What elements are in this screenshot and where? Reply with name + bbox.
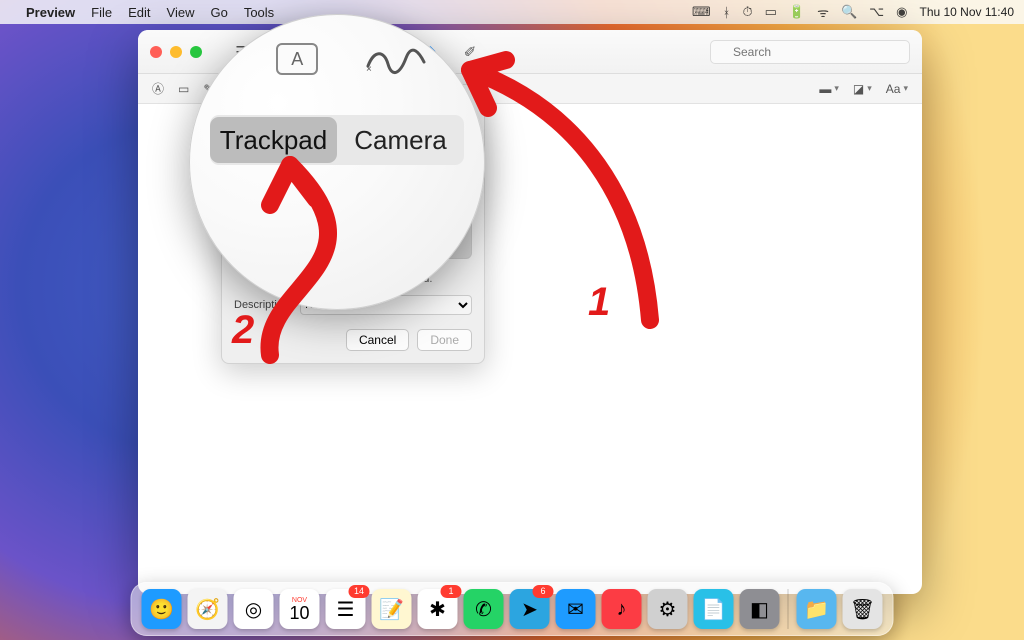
shapes-tool-icon: ▢▾ [191, 44, 229, 75]
battery-icon[interactable]: 🔋 [789, 4, 805, 20]
stroke-color-tool[interactable]: ▬▾ [819, 82, 839, 96]
dock-finder2[interactable]: 📄 [694, 589, 734, 629]
sign-tool-icon: × [366, 44, 426, 74]
dock-reminders[interactable]: ☰ [326, 589, 366, 629]
menu-file[interactable]: File [91, 5, 112, 20]
dock-whatsapp[interactable]: ✆ [464, 589, 504, 629]
menubar: Preview File Edit View Go Tools ⌨︎ ᚼ ⏱ ▭… [0, 0, 1024, 24]
menubar-right: ⌨︎ ᚼ ⏱ ▭ 🔋 ᯤ 🔍 ⌥ ◉ Thu 10 Nov 11:40 [692, 3, 1014, 21]
search-icon[interactable]: 🔍 [841, 4, 857, 20]
menubar-clock[interactable]: Thu 10 Nov 11:40 [919, 5, 1014, 19]
dock-music[interactable]: ♪ [602, 589, 642, 629]
dock-safari[interactable]: 🧭 [188, 589, 228, 629]
magnified-tab-trackpad: Trackpad [210, 117, 337, 163]
bluetooth-icon[interactable]: ᚼ [723, 5, 731, 20]
display-icon[interactable]: ▭ [765, 4, 777, 20]
clock-icon[interactable]: ⏱ [742, 4, 752, 20]
rect-select-tool[interactable]: ▭ [178, 82, 189, 96]
minimize-button[interactable] [170, 46, 182, 58]
svg-text:×: × [366, 64, 372, 75]
control-center-icon[interactable]: ⌥ [869, 4, 884, 20]
fill-color-tool[interactable]: ◪▾ [853, 82, 872, 96]
dock-telegram[interactable]: ➤ [510, 589, 550, 629]
dock-slack[interactable]: ✱ [418, 589, 458, 629]
dock-calendar[interactable]: NOV10 [280, 589, 320, 629]
annotation-number-1: 1 [588, 280, 610, 325]
magnified-tabs: Trackpad Camera [210, 115, 464, 165]
chevron-down-icon: ▾ [474, 49, 483, 70]
dock-mail[interactable]: ✉︎ [556, 589, 596, 629]
dock-folder[interactable]: 📁 [797, 589, 837, 629]
menu-edit[interactable]: Edit [128, 5, 150, 20]
dock-trash[interactable]: 🗑 [843, 589, 883, 629]
magnified-tab-camera: Camera [337, 117, 464, 163]
search-input[interactable] [710, 40, 910, 64]
dock-finder[interactable]: 🙂 [142, 589, 182, 629]
annotation-number-2: 2 [232, 308, 254, 353]
wifi-icon[interactable]: ᯤ [817, 3, 829, 21]
siri-icon[interactable]: ◉ [896, 4, 907, 20]
dock-chrome[interactable]: ◎ [234, 589, 274, 629]
dock: 🙂🧭◎NOV10☰📝✱✆➤✉︎♪⚙︎📄◧ 📁🗑 [131, 582, 894, 636]
cancel-button[interactable]: Cancel [346, 329, 409, 351]
dock-notes[interactable]: 📝 [372, 589, 412, 629]
dock-monitor[interactable]: ◧ [740, 589, 780, 629]
magnifier-overlay: ▢▾ A × ▾ Trackpad Camera [189, 14, 485, 310]
dock-settings[interactable]: ⚙︎ [648, 589, 688, 629]
text-tool-icon: A [276, 43, 318, 75]
text-style-tool[interactable]: Aa▾ [886, 82, 908, 96]
close-button[interactable] [150, 46, 162, 58]
keyboard-icon[interactable]: ⌨︎ [692, 4, 711, 20]
app-name[interactable]: Preview [26, 5, 75, 20]
done-button[interactable]: Done [417, 329, 472, 351]
text-select-tool[interactable]: Ⓐ [152, 80, 164, 97]
